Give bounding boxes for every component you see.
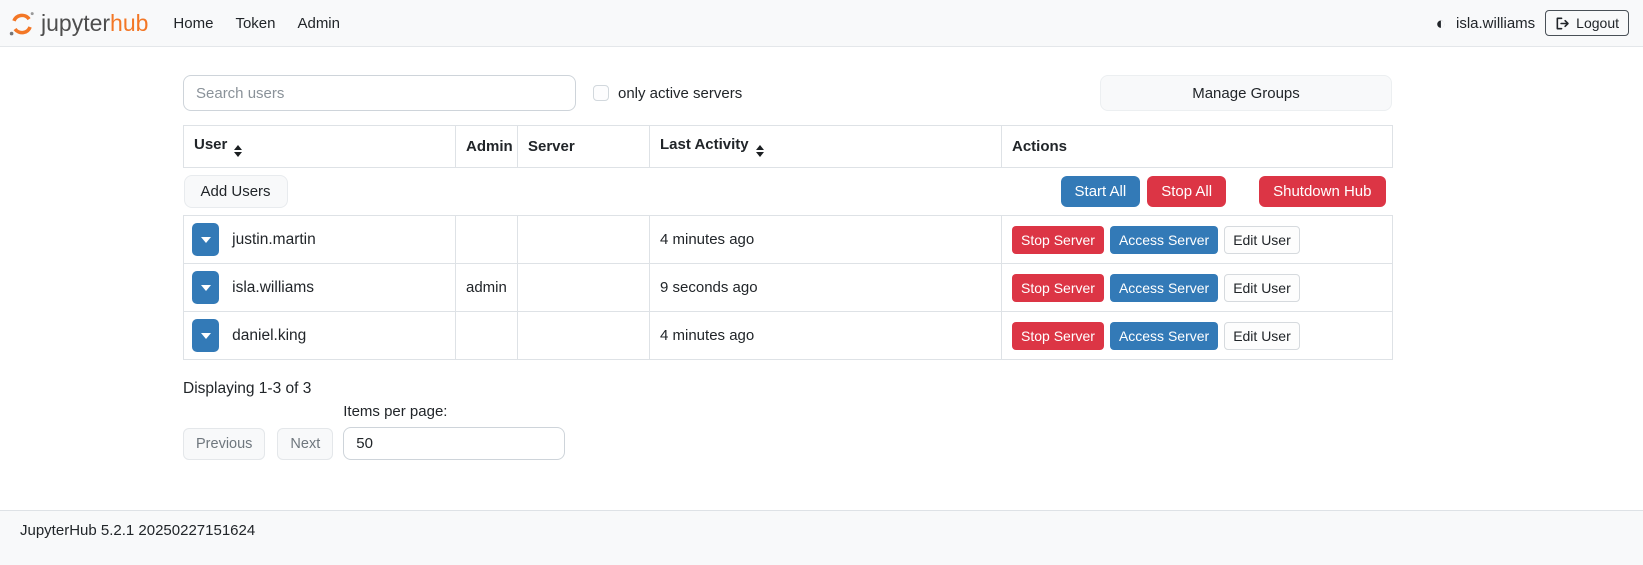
table-header-row: User Admin Server Last Activity Actions — [184, 126, 1393, 168]
column-header-server: Server — [518, 126, 650, 168]
only-active-servers-checkbox[interactable] — [593, 85, 609, 101]
username-cell: isla.williams — [232, 279, 314, 296]
theme-toggle-icon[interactable]: ◐ — [1436, 15, 1446, 32]
logout-label: Logout — [1576, 15, 1619, 31]
logout-button[interactable]: Logout — [1545, 10, 1629, 36]
edit-user-button[interactable]: Edit User — [1224, 226, 1300, 254]
user-dropdown-button[interactable] — [192, 223, 219, 256]
sort-user-icon[interactable] — [234, 145, 242, 157]
jupyter-logo-icon — [8, 9, 36, 37]
users-table: User Admin Server Last Activity Actions … — [183, 125, 1393, 360]
pagination-controls: Previous Next Items per page: — [183, 403, 1392, 460]
chevron-down-icon — [201, 285, 211, 291]
access-server-button[interactable]: Access Server — [1110, 226, 1218, 254]
column-header-user: User — [184, 126, 456, 168]
column-header-actions: Actions — [1002, 126, 1393, 168]
nav-item-home[interactable]: Home — [162, 9, 224, 38]
version-text: JupyterHub 5.2.1 20250227151624 — [20, 522, 255, 539]
admin-page: only active servers Manage Groups User A… — [0, 47, 1643, 510]
navbar-right: ◐ isla.williams Logout — [1436, 10, 1629, 36]
nav-item-admin[interactable]: Admin — [286, 9, 351, 38]
items-per-page-label: Items per page: — [343, 403, 565, 420]
brand-text: jupyterhub — [41, 10, 148, 37]
admin-cell — [456, 216, 518, 264]
user-dropdown-button[interactable] — [192, 271, 219, 304]
server-cell — [518, 264, 650, 312]
table-row: justin.martin 4 minutes ago Stop ServerA… — [184, 216, 1393, 264]
admin-cell: admin — [456, 264, 518, 312]
stop-server-button[interactable]: Stop Server — [1012, 322, 1104, 350]
last-activity-cell: 4 minutes ago — [650, 216, 1002, 264]
current-username: isla.williams — [1456, 15, 1535, 32]
stop-all-button[interactable]: Stop All — [1147, 176, 1226, 207]
bulk-actions: Start All Stop All Shutdown Hub — [1061, 176, 1393, 207]
server-cell — [518, 216, 650, 264]
pagination-summary: Displaying 1-3 of 3 — [183, 380, 1392, 398]
access-server-button[interactable]: Access Server — [1110, 322, 1218, 350]
column-header-last-activity: Last Activity — [650, 126, 1002, 168]
access-server-button[interactable]: Access Server — [1110, 274, 1218, 302]
items-per-page-input[interactable] — [343, 427, 565, 460]
server-cell — [518, 312, 650, 360]
next-page-button[interactable]: Next — [277, 428, 333, 460]
top-navbar: jupyterhub Home Token Admin ◐ isla.willi… — [0, 0, 1643, 47]
nav-item-token[interactable]: Token — [224, 9, 286, 38]
previous-page-button[interactable]: Previous — [183, 428, 265, 460]
column-header-admin: Admin — [456, 126, 518, 168]
logout-icon — [1555, 16, 1570, 31]
last-activity-cell: 4 minutes ago — [650, 312, 1002, 360]
users-toolbar: only active servers Manage Groups — [183, 75, 1392, 111]
table-controls-row: Add Users Start All Stop All Shutdown Hu… — [184, 168, 1393, 216]
page-footer: JupyterHub 5.2.1 20250227151624 — [0, 510, 1643, 565]
sort-last-activity-icon[interactable] — [756, 145, 764, 157]
add-users-button[interactable]: Add Users — [184, 175, 288, 208]
chevron-down-icon — [201, 333, 211, 339]
edit-user-button[interactable]: Edit User — [1224, 322, 1300, 350]
stop-server-button[interactable]: Stop Server — [1012, 226, 1104, 254]
shutdown-hub-button[interactable]: Shutdown Hub — [1259, 176, 1385, 207]
only-active-servers-label[interactable]: only active servers — [618, 85, 742, 102]
search-input[interactable] — [183, 75, 576, 111]
username-cell: justin.martin — [232, 231, 316, 248]
chevron-down-icon — [201, 237, 211, 243]
username-cell: daniel.king — [232, 327, 306, 344]
manage-groups-button[interactable]: Manage Groups — [1100, 75, 1392, 111]
edit-user-button[interactable]: Edit User — [1224, 274, 1300, 302]
stop-server-button[interactable]: Stop Server — [1012, 274, 1104, 302]
jupyterhub-logo[interactable]: jupyterhub — [8, 9, 148, 37]
main-nav: Home Token Admin — [162, 9, 351, 38]
table-row: daniel.king 4 minutes ago Stop ServerAcc… — [184, 312, 1393, 360]
user-dropdown-button[interactable] — [192, 319, 219, 352]
admin-cell — [456, 312, 518, 360]
table-row: isla.williams admin 9 seconds ago Stop S… — [184, 264, 1393, 312]
last-activity-cell: 9 seconds ago — [650, 264, 1002, 312]
start-all-button[interactable]: Start All — [1061, 176, 1141, 207]
